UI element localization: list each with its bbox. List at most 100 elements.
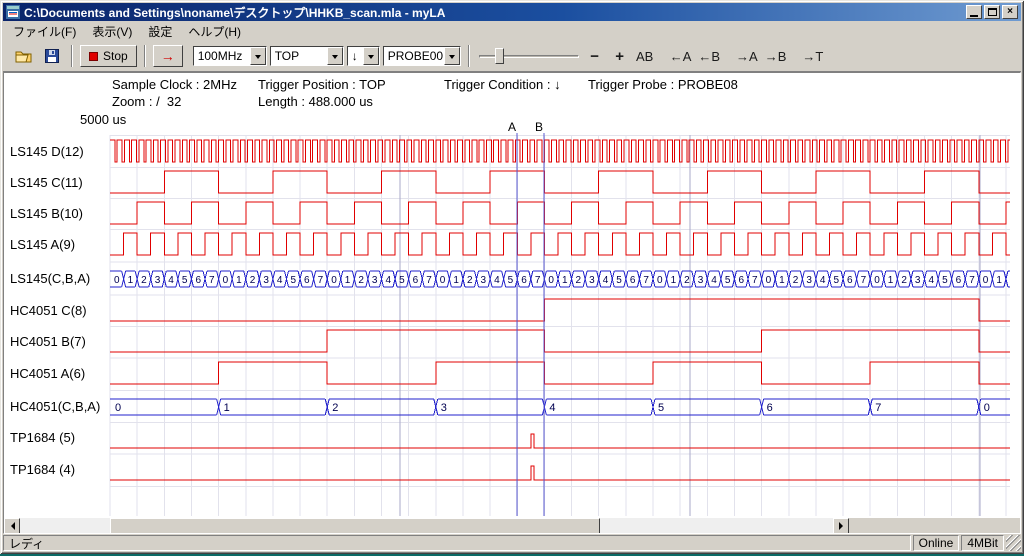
svg-text:1: 1 [236,275,242,286]
svg-text:1: 1 [779,275,785,286]
svg-text:2: 2 [467,275,473,286]
svg-text:2: 2 [141,275,147,286]
trigger-edge-select[interactable]: ↓ [347,46,380,66]
close-icon: × [1007,7,1013,17]
resize-grip[interactable] [1006,535,1021,551]
svg-text:4: 4 [820,275,826,286]
status-online: Online [913,535,960,551]
svg-text:7: 7 [318,275,324,286]
svg-text:1: 1 [224,402,230,414]
svg-text:0: 0 [548,275,554,286]
svg-text:1: 1 [562,275,568,286]
svg-text:2: 2 [793,275,799,286]
svg-text:3: 3 [481,275,487,286]
goto-a-right-button[interactable]: →A [734,45,760,67]
chevron-down-icon[interactable] [363,47,379,65]
svg-text:3: 3 [698,275,704,286]
svg-text:3: 3 [915,275,921,286]
svg-text:6: 6 [304,275,310,286]
stop-label: Stop [103,49,128,63]
open-button[interactable] [11,45,36,67]
trigger-position-value: TOP [271,47,327,65]
svg-text:7: 7 [535,275,541,286]
svg-text:2: 2 [332,402,338,414]
zoom-out-button[interactable]: − [584,45,606,67]
goto-b-left-button[interactable]: ←B [696,45,722,67]
right-arrow-icon [839,522,847,530]
svg-text:5: 5 [725,275,731,286]
svg-text:5: 5 [182,275,188,286]
svg-text:1: 1 [671,275,677,286]
horizontal-scrollbar[interactable] [4,518,849,534]
svg-text:6: 6 [767,402,773,414]
svg-text:4: 4 [494,275,500,286]
svg-text:6: 6 [847,275,853,286]
chevron-down-icon[interactable] [327,47,343,65]
save-button[interactable] [39,45,64,67]
zoom-in-button[interactable]: + [609,45,631,67]
ab-button[interactable]: AB [634,45,656,67]
menu-settings[interactable]: 設定 [140,20,180,43]
menu-view[interactable]: 表示(V) [84,20,140,43]
run-button[interactable]: → [153,45,183,67]
svg-text:7: 7 [209,275,215,286]
svg-text:0: 0 [766,275,772,286]
svg-text:2: 2 [576,275,582,286]
svg-text:5: 5 [658,402,664,414]
svg-text:1: 1 [128,275,134,286]
svg-text:5: 5 [942,275,948,286]
goto-a-left-button[interactable]: ←A [668,45,694,67]
menu-help[interactable]: ヘルプ(H) [180,20,249,43]
scrollbar-thumb[interactable] [110,518,600,534]
menubar: ファイル(F) 表示(V) 設定 ヘルプ(H) [3,21,1021,41]
toolbar: Stop → 100MHz TOP ↓ PROBE00 − + AB ←A [3,41,1021,72]
scrollbar-track[interactable] [20,518,833,534]
svg-text:0: 0 [874,275,880,286]
sample-clock-select[interactable]: 100MHz [193,46,267,66]
stop-icon [89,52,98,61]
svg-text:0: 0 [984,402,990,414]
chevron-down-icon[interactable] [250,47,266,65]
svg-text:1: 1 [453,275,459,286]
svg-text:3: 3 [155,275,161,286]
scroll-right-button[interactable] [833,518,849,534]
trigger-edge-value: ↓ [348,47,363,65]
open-folder-icon [15,49,32,63]
svg-text:5: 5 [508,275,514,286]
save-floppy-icon [45,49,59,63]
svg-text:5: 5 [616,275,622,286]
svg-text:3: 3 [441,402,447,414]
menu-file[interactable]: ファイル(F) [5,20,84,43]
svg-text:0: 0 [114,275,120,286]
probe-value: PROBE00 [384,47,444,65]
close-button[interactable]: × [1002,5,1018,19]
trigger-position-select[interactable]: TOP [270,46,344,66]
probe-select[interactable]: PROBE00 [383,46,461,66]
svg-text:7: 7 [752,275,758,286]
statusbar: レディ Online 4MBit [3,535,1021,551]
minimize-button[interactable] [966,5,982,19]
svg-text:0: 0 [440,275,446,286]
toolbar-separator [71,45,73,67]
waveform-plot[interactable]: 0123456701234567012345670123456701234567… [4,73,1020,533]
svg-text:1: 1 [888,275,894,286]
toolbar-separator [144,45,146,67]
svg-text:1: 1 [996,275,1002,286]
sample-clock-value: 100MHz [194,47,250,65]
svg-text:7: 7 [643,275,649,286]
zoom-slider-thumb[interactable] [495,48,504,64]
toolbar-separator [468,45,470,67]
svg-text:0: 0 [657,275,663,286]
goto-trigger-button[interactable]: →T [800,45,825,67]
svg-text:B: B [535,120,543,134]
svg-text:6: 6 [195,275,201,286]
scroll-left-button[interactable] [4,518,20,534]
run-arrow-icon: → [161,48,175,64]
svg-text:0: 0 [115,402,121,414]
left-arrow-icon [7,522,15,530]
goto-b-right-button[interactable]: →B [763,45,789,67]
stop-button[interactable]: Stop [80,45,137,67]
chevron-down-icon[interactable] [444,47,460,65]
zoom-slider[interactable] [477,45,581,67]
maximize-button[interactable] [984,5,1000,19]
